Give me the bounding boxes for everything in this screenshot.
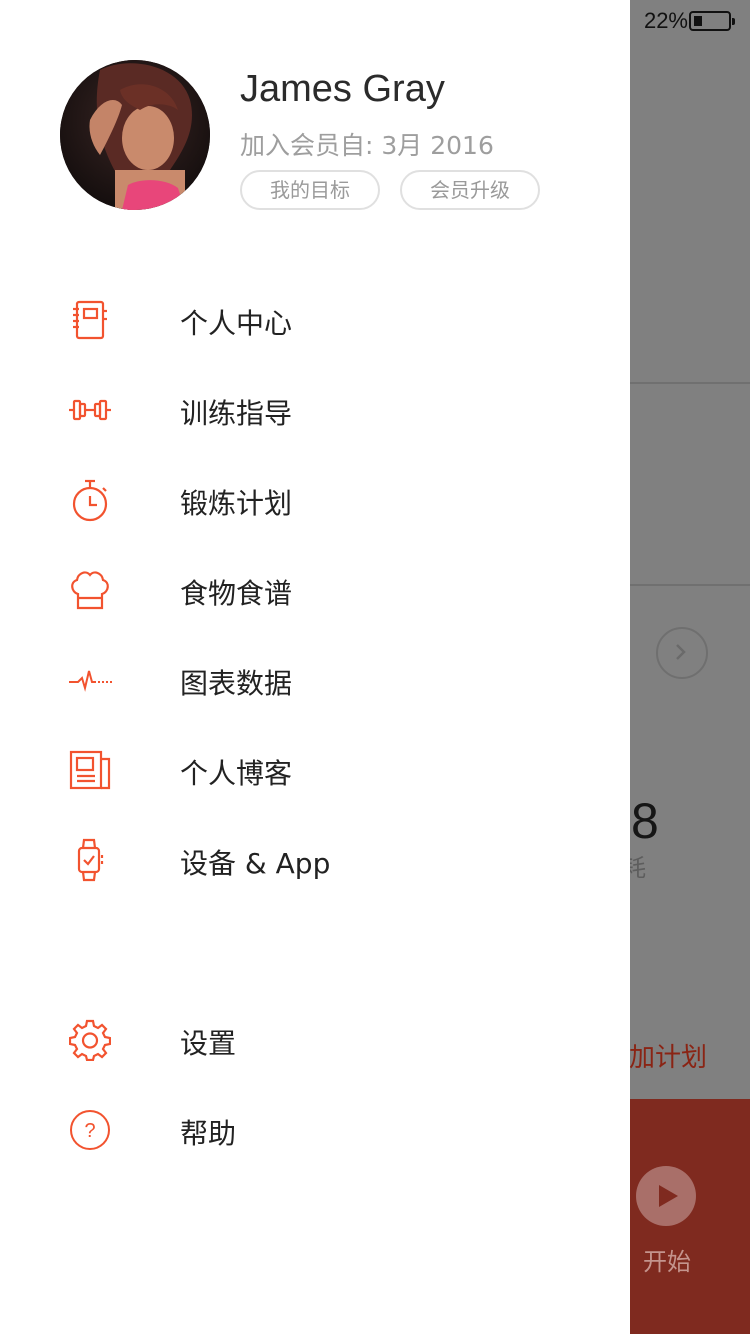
menu-item-training-guide[interactable]: 训练指导 [0, 365, 630, 455]
gear-icon [66, 1019, 114, 1061]
member-since-text: 加入会员自: 3月 2016 [240, 131, 494, 160]
menu-item-devices-app[interactable]: 设备 & App [0, 815, 630, 905]
menu-item-chart-data[interactable]: 图表数据 [0, 635, 630, 725]
background-start-label: 开始 [643, 1248, 691, 1276]
battery-percent: 22% [643, 8, 688, 33]
svg-text:?: ? [84, 1120, 95, 1142]
smartwatch-icon [66, 838, 114, 882]
menu-item-settings[interactable]: 设置 [0, 995, 630, 1085]
menu-item-label: 帮助 [180, 1117, 237, 1150]
menu-item-food-recipes[interactable]: 食物食谱 [0, 545, 630, 635]
menu-item-label: 图表数据 [180, 667, 293, 700]
help-icon: ? [66, 1109, 114, 1151]
avatar[interactable] [60, 60, 210, 210]
menu-item-workout-plan[interactable]: 锻炼计划 [0, 455, 630, 545]
menu-item-label: 个人博客 [180, 757, 293, 790]
menu-item-label: 个人中心 [180, 307, 293, 340]
newspaper-icon [66, 749, 114, 791]
background-add-plan: 加计划 [629, 1043, 708, 1073]
menu-item-label: 设备 & App [180, 847, 331, 880]
background-stat-number: 8 [631, 793, 659, 849]
my-goals-button[interactable]: 我的目标 [240, 170, 380, 210]
menu-item-label: 锻炼计划 [180, 487, 293, 520]
battery-icon [689, 11, 735, 31]
chef-hat-icon [66, 569, 114, 611]
navigation-drawer: James Gray 加入会员自: 3月 2016 我的目标 会员升级 个人中心 [0, 0, 630, 1334]
stopwatch-icon [66, 479, 114, 522]
menu-item-label: 食物食谱 [180, 577, 293, 610]
heartbeat-icon [66, 659, 114, 701]
chevron-right-icon [676, 644, 686, 660]
menu-item-help[interactable]: ? 帮助 [0, 1085, 630, 1175]
notebook-icon [66, 299, 114, 341]
dumbbell-icon [66, 389, 114, 431]
background-divider [630, 584, 750, 586]
user-name: James Gray [240, 68, 445, 110]
play-icon [636, 1166, 696, 1226]
menu-item-label: 设置 [180, 1027, 237, 1060]
menu-item-personal-center[interactable]: 个人中心 [0, 275, 630, 365]
background-divider [630, 382, 750, 384]
menu-item-label: 训练指导 [180, 397, 293, 430]
background-next-button [656, 627, 708, 679]
upgrade-membership-button[interactable]: 会员升级 [400, 170, 540, 210]
menu-item-personal-blog[interactable]: 个人博客 [0, 725, 630, 815]
